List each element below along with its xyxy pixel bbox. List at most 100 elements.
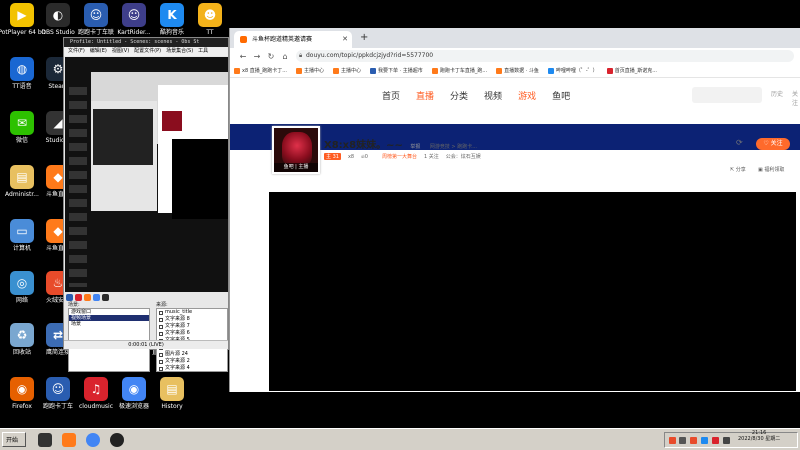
bookmark-item[interactable]: 主播中心: [333, 67, 361, 74]
source-item[interactable]: 文字来源 2: [157, 358, 227, 365]
bookmark-item[interactable]: 直播数据 · 斗鱼: [496, 67, 539, 74]
source-item[interactable]: music_title: [157, 309, 227, 316]
refresh-icon[interactable]: ⟳: [736, 138, 743, 147]
source-item[interactable]: 文字来源 7: [157, 323, 227, 330]
source-visibility-checkbox[interactable]: [159, 324, 163, 329]
bookmark-favicon-icon: [370, 67, 377, 74]
taskbar-chrome[interactable]: [82, 431, 104, 449]
site-nav-item[interactable]: 视频: [484, 89, 502, 102]
tray-huorong-icon[interactable]: [669, 437, 676, 444]
history-link[interactable]: 历史: [771, 89, 783, 98]
home-icon[interactable]: ⌂: [278, 52, 292, 61]
bookmark-item[interactable]: 跑跑卡丁车直播_跑...: [431, 67, 487, 74]
preview-nested-obs: [91, 101, 157, 211]
kartrider-icon: ☺: [122, 3, 146, 27]
bookmark-item[interactable]: 首页直播_斯诺克...: [606, 67, 657, 74]
browser-tab[interactable]: 斗鱼杯跑道精英邀请赛 ✕: [234, 31, 352, 48]
back-icon[interactable]: ←: [236, 52, 250, 61]
desktop-icon[interactable]: ▤ History: [150, 377, 194, 410]
bookmark-item[interactable]: 主播中心: [296, 67, 324, 74]
taskbar-obs[interactable]: [34, 431, 56, 449]
desktop-icon-label: TT: [206, 29, 214, 36]
desktop-icon-label: OBS Studio: [41, 29, 75, 36]
taskbar-douyu[interactable]: [58, 431, 80, 449]
reload-icon[interactable]: ↻: [264, 52, 278, 61]
desktop-icon-label: 计算机: [12, 245, 31, 252]
desktop-icon-label: TT语音: [12, 83, 32, 90]
bookmark-label: 主播中心: [341, 68, 362, 74]
desktop-icon[interactable]: ☻ TT: [188, 3, 232, 36]
share-button[interactable]: ⇱ 分享: [730, 166, 746, 173]
source-visibility-checkbox[interactable]: [159, 317, 163, 322]
source-item[interactable]: 文字来源 8: [157, 316, 227, 323]
sources-label: 来源:: [156, 302, 168, 308]
preview-nested-icons: [69, 87, 87, 287]
obs-menu-item[interactable]: 视图(V): [112, 48, 129, 54]
new-tab-icon[interactable]: +: [360, 32, 368, 43]
anchor-avatar[interactable]: 鱼吧 | 主播: [272, 126, 320, 174]
tray-app2-icon[interactable]: [701, 437, 708, 444]
desktop-icon-label: 回收站: [12, 349, 31, 356]
source-label: 文字来源 4: [165, 365, 190, 371]
kart2-icon: ☺: [46, 377, 70, 401]
follow-button[interactable]: ♡ 关注: [756, 138, 790, 150]
source-item[interactable]: 文字来源 4: [157, 365, 227, 372]
kugou-icon: K: [160, 3, 184, 27]
source-visibility-checkbox[interactable]: [159, 359, 163, 364]
rank-badge[interactable]: 周榜第一大舞台: [382, 153, 417, 160]
site-nav-item[interactable]: 直播: [416, 89, 434, 102]
taskbar-obs-studio[interactable]: [106, 431, 128, 449]
site-nav-item[interactable]: 游戏: [518, 89, 536, 102]
bookmark-favicon-icon: [431, 67, 438, 74]
video-player[interactable]: [269, 192, 796, 391]
report-link[interactable]: 举报: [410, 144, 420, 150]
desktop-icon-label: 网络: [15, 297, 28, 304]
firefox-icon: ◉: [10, 377, 34, 401]
bookmark-favicon-icon: [333, 67, 340, 74]
site-nav-item[interactable]: 首页: [382, 89, 400, 102]
bookmark-item[interactable]: 我要下单 · 主播超市: [370, 67, 423, 74]
source-visibility-checkbox[interactable]: [159, 310, 163, 315]
tray-keyboard-icon[interactable]: [679, 437, 686, 444]
gift-button[interactable]: ▣ 福利领取: [758, 166, 784, 173]
start-button[interactable]: 开始: [2, 432, 26, 447]
obs-titlebar[interactable]: Profile: Untitled - Scenes: scenes - Obs…: [64, 38, 228, 47]
obs-menu-item[interactable]: 编辑(E): [90, 48, 107, 54]
obs-menu-item[interactable]: 工具: [198, 48, 208, 54]
source-label: 图片源 24: [165, 351, 188, 357]
source-item[interactable]: 图片源 24: [157, 351, 227, 358]
obs-preview[interactable]: [65, 57, 228, 292]
scene-item[interactable]: 场景: [69, 321, 149, 327]
tt-icon: ☻: [198, 3, 222, 27]
bookmark-label: 首页直播_斯诺克...: [614, 68, 657, 74]
tray-volume-icon[interactable]: [723, 437, 730, 444]
url-input[interactable]: 🔒︎ douyu.com/topic/ppkdcjzjyd?rid=557770…: [296, 50, 794, 62]
forward-icon[interactable]: →: [250, 52, 264, 61]
potplayer-icon: ▶: [10, 3, 34, 27]
taskbar-clock[interactable]: 21:16 2022/8/30 星期二: [738, 430, 780, 442]
site-nav-item[interactable]: 分类: [450, 89, 468, 102]
source-visibility-checkbox[interactable]: [159, 352, 163, 357]
source-visibility-checkbox[interactable]: [159, 331, 163, 336]
source-label: 文字来源 8: [165, 316, 190, 322]
close-tab-icon[interactable]: ✕: [342, 31, 348, 48]
site-nav-item[interactable]: 鱼吧: [552, 89, 570, 102]
bookmark-item[interactable]: x8 直播_跑跑卡丁...: [234, 67, 287, 74]
source-item[interactable]: 文字来源 6: [157, 330, 227, 337]
browser-window[interactable]: 斗鱼杯跑道精英邀请赛 ✕ + ← → ↻ ⌂ 🔒︎ douyu.com/topi…: [229, 28, 800, 392]
site-search-input[interactable]: [692, 87, 762, 103]
avatar-label: 鱼吧 | 主播: [274, 163, 318, 172]
user-folder-icon: ▤: [10, 165, 34, 189]
obs-menu-item[interactable]: 配置文件(P): [134, 48, 161, 54]
tray-app3-icon[interactable]: [712, 437, 719, 444]
obs-menu-item[interactable]: 文件(F): [68, 48, 85, 54]
obs-window[interactable]: Profile: Untitled - Scenes: scenes - Obs…: [63, 37, 229, 372]
bookmark-item[interactable]: 哔哩哔哩（゜-゜）: [547, 67, 598, 74]
source-visibility-checkbox[interactable]: [159, 366, 163, 371]
bookmark-label: 主播中心: [304, 68, 325, 74]
follow-link[interactable]: 关注: [792, 89, 800, 107]
tray-app-icon[interactable]: [690, 437, 697, 444]
obs-menu-item[interactable]: 场景集合(S): [166, 48, 193, 54]
desktop-icon-label: cloudmusic: [79, 403, 113, 410]
category-breadcrumb[interactable]: 网游竞技 > 跑跑卡...: [430, 144, 477, 150]
